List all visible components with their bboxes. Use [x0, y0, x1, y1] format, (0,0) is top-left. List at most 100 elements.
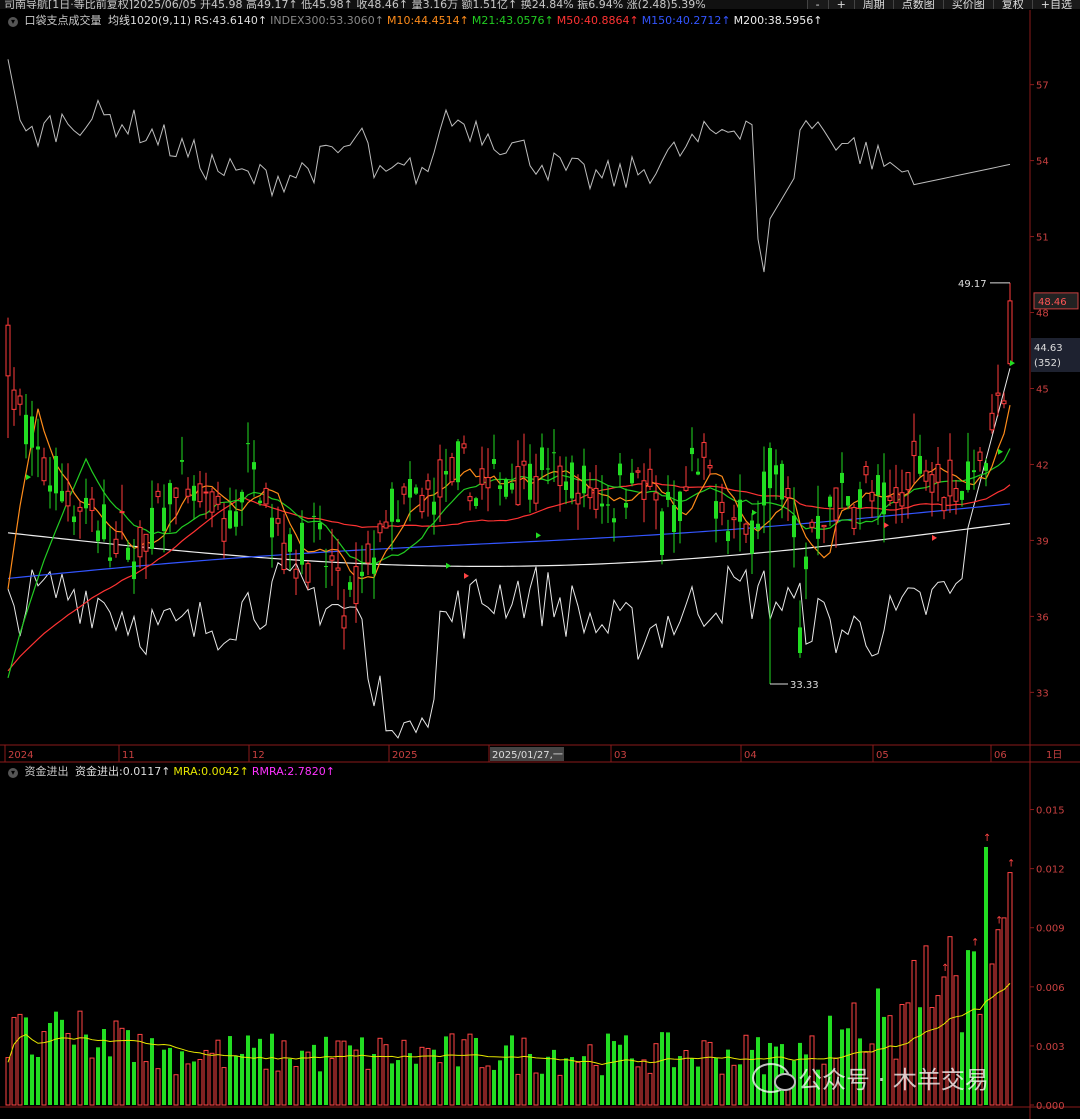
stock-chart[interactable]: 33 36 39 42 45 48 51 54 57 0.000 0.003 0.006 0.009 0.…	[0, 0, 1080, 1119]
candle-body	[288, 534, 292, 552]
candle-body	[840, 472, 844, 483]
fund-bar	[173, 1074, 179, 1106]
candle-body	[180, 460, 184, 462]
candle-body	[521, 460, 527, 466]
candle-body	[833, 487, 839, 521]
candle-body	[143, 533, 149, 552]
price-tick-label: 36	[1036, 612, 1049, 623]
fund-bar	[312, 1044, 316, 1105]
fund-bar	[377, 1037, 383, 1106]
fund-bar	[318, 1071, 322, 1105]
candle-body	[935, 463, 941, 483]
candle-body	[335, 567, 341, 571]
candle-body	[989, 412, 995, 431]
candle-body	[96, 530, 100, 542]
fund-bar	[618, 1044, 622, 1105]
candle-body	[882, 482, 886, 515]
candle-body	[756, 523, 760, 530]
candle-body	[918, 455, 922, 474]
mra-line	[7, 983, 1011, 1065]
fund-bar	[281, 1040, 287, 1106]
price-tick-label: 48	[1036, 309, 1049, 320]
fund-bar	[528, 1053, 532, 1105]
fund-bar	[192, 1061, 196, 1105]
fund-bar	[557, 1074, 563, 1106]
price-tick-label: 57	[1036, 81, 1049, 92]
time-label: 11	[122, 750, 135, 761]
candle-body	[414, 487, 418, 494]
signal-marker	[752, 509, 757, 516]
candle-body	[24, 414, 28, 445]
time-label: 2025/01/27,一	[492, 750, 563, 761]
fund-bar	[707, 1041, 713, 1106]
price-tick-label: 45	[1036, 385, 1049, 396]
signal-marker	[26, 474, 31, 481]
candle-body	[798, 627, 802, 654]
candle-body	[929, 474, 935, 493]
candle-body	[474, 498, 478, 506]
period-label: 1日	[1046, 750, 1062, 761]
fund-bar	[270, 1033, 274, 1105]
signal-marker	[884, 522, 889, 529]
candle-body	[275, 518, 281, 524]
fund-bar	[479, 1067, 485, 1106]
fund-bar	[672, 1067, 676, 1105]
candle-body	[449, 457, 455, 483]
candle-body	[41, 457, 47, 482]
wechat-icon	[752, 1062, 796, 1093]
candle-body	[750, 520, 754, 554]
candle-body	[630, 472, 634, 484]
fund-bar	[360, 1037, 364, 1105]
candle-body	[168, 483, 172, 505]
price-tick-label: 39	[1036, 536, 1049, 547]
current-price-label: 48.46	[1038, 297, 1067, 308]
fund-bar	[288, 1058, 292, 1105]
candle-body	[533, 476, 539, 504]
fund-bar	[449, 1033, 455, 1106]
candle-body	[293, 568, 299, 579]
fund-bar	[474, 1037, 478, 1105]
fund-bar	[5, 1057, 11, 1106]
candle-body	[65, 490, 71, 507]
fund-bar	[263, 1068, 269, 1106]
fund-bar	[65, 1033, 71, 1106]
candle-body	[72, 516, 76, 523]
candle-body	[1007, 300, 1013, 365]
fund-bar	[425, 1047, 431, 1106]
fund-tick-label: 0.015	[1036, 806, 1065, 817]
fund-bar	[678, 1056, 682, 1105]
fund-bar	[1001, 917, 1007, 1106]
fund-bar	[89, 1057, 95, 1106]
fund-tick-label: 0.006	[1036, 983, 1065, 994]
candle-body	[600, 503, 604, 507]
candle-body	[774, 465, 778, 475]
fund-bar	[372, 1054, 376, 1105]
candle-body	[11, 389, 17, 410]
candle-body	[972, 470, 976, 473]
candle-body	[947, 459, 953, 497]
fund-bar	[30, 1054, 34, 1105]
fund-bar	[365, 1068, 371, 1106]
candle-body	[383, 521, 389, 529]
candle-body	[270, 517, 274, 538]
candle-body	[479, 468, 485, 485]
fund-bar	[324, 1036, 328, 1105]
fund-bar	[995, 929, 1001, 1106]
fund-bar	[396, 1060, 400, 1105]
fund-bar	[24, 1017, 28, 1105]
candle-body	[846, 496, 850, 506]
candle-body	[425, 480, 431, 490]
index300-line	[7, 59, 1011, 273]
fund-bar	[731, 1064, 737, 1106]
candle-body	[173, 487, 179, 498]
fund-bar	[515, 1073, 521, 1106]
signal-marker	[446, 562, 451, 569]
fund-bar	[743, 1034, 749, 1106]
candle-body	[876, 475, 880, 496]
candle-body	[341, 615, 347, 629]
fund-bar	[510, 1035, 514, 1105]
price-tick-label: 42	[1036, 460, 1049, 471]
candle-body	[851, 507, 857, 529]
fund-bar	[552, 1049, 556, 1105]
fund-bar	[540, 1073, 544, 1105]
